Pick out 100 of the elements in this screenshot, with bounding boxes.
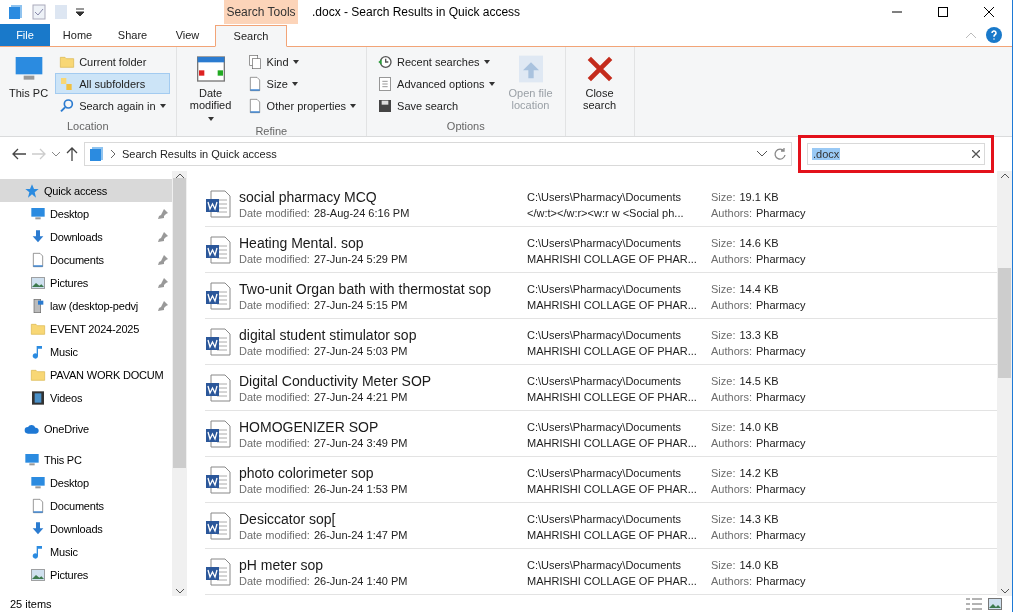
content-snippet: MAHRISHI COLLAGE OF PHAR...	[527, 528, 697, 541]
nav-item[interactable]: Downloads	[0, 517, 172, 540]
nav-item[interactable]: Desktop	[0, 471, 172, 494]
pin-icon	[158, 300, 168, 311]
nav-item[interactable]: Pictures	[0, 563, 172, 586]
size-value: 13.3 KB	[739, 328, 779, 341]
field-label: Size:	[711, 190, 736, 203]
ribbon-button[interactable]: Current folder	[55, 51, 170, 72]
field-label: Date modified:	[239, 528, 310, 541]
recent-locations-button[interactable]	[52, 151, 60, 157]
clear-icon[interactable]	[972, 150, 980, 158]
ribbon-button[interactable]: Close search	[571, 51, 628, 120]
item-count: 25 items	[10, 598, 52, 610]
nav-item[interactable]: PAVAN WORK DOCUM	[0, 363, 172, 386]
ribbon-button[interactable]: Date modified	[182, 51, 239, 125]
nav-item[interactable]: Pictures	[0, 271, 172, 294]
search-field[interactable]: .docx	[807, 143, 985, 165]
chevron-up-icon[interactable]	[1000, 173, 1009, 178]
word-document-icon	[205, 189, 231, 218]
back-button[interactable]	[12, 148, 26, 160]
result-row[interactable]: pH meter sop Date modified: 26-Jun-24 1:40 PM C:\Users\Pharmacy\Documents MAHRISHI COLLAGE OF PHAR... Size: 14.0 KB Authors: Pharmacy	[205, 549, 997, 595]
caret-icon	[483, 59, 490, 64]
details-view-icon[interactable]	[966, 598, 982, 610]
large-icons-view-icon[interactable]	[988, 598, 1002, 610]
nav-item[interactable]: Desktop	[0, 202, 172, 225]
document-icon	[30, 497, 46, 514]
date-value: 26-Jun-24 1:40 PM	[313, 574, 408, 587]
field-label: Size:	[711, 558, 736, 571]
nav-item[interactable]: Documents	[0, 248, 172, 271]
picture-icon	[30, 566, 46, 583]
nav-item[interactable]: Videos	[0, 386, 172, 409]
result-row[interactable]: Desiccator sop[ Date modified: 26-Jun-24 1:47 PM C:\Users\Pharmacy\Documents MAHRISHI COLLAGE OF PHAR... Size: 14.3 KB Authors: Pharmacy	[205, 503, 997, 549]
chevron-down-icon[interactable]	[757, 151, 767, 157]
group-label: Options	[445, 120, 486, 134]
ribbon-button[interactable]: All subfolders	[55, 73, 170, 94]
result-row[interactable]: photo colorimeter sop Date modified: 26-Jun-24 1:53 PM C:\Users\Pharmacy\Documents MAHRISHI COLLAGE OF PHAR... Size: 14.2 KB Authors: Pharmacy	[205, 457, 997, 503]
scrollbar-thumb[interactable]	[173, 178, 186, 468]
result-row[interactable]: Digital Conductivity Meter SOP Date modified: 27-Jun-24 4:21 PM C:\Users\Pharmacy\Documents MAHRISHI COLLEGE OF PHAR... Size: 14.5 KB Authors: Pharmacy	[205, 365, 997, 411]
ribbon-button[interactable]: Size	[242, 73, 361, 94]
film-icon	[30, 389, 46, 406]
author-value: Pharmacy	[755, 390, 806, 403]
maximize-icon	[938, 7, 948, 17]
ribbon-button[interactable]: Other properties	[242, 95, 361, 116]
close-icon	[984, 7, 994, 17]
desktop-icon	[30, 205, 46, 222]
field-label: Authors:	[711, 436, 752, 449]
nav-item[interactable]: law (desktop-pedvj	[0, 294, 172, 317]
contextual-tab-header: Search Tools	[224, 0, 298, 24]
ribbon-button[interactable]: Kind	[242, 51, 361, 72]
content-snippet: MAHRISHI COLLAGE OF PHAR...	[527, 482, 697, 495]
nav-item[interactable]: Music	[0, 540, 172, 563]
nav-item[interactable]: EVENT 2024-2025	[0, 317, 172, 340]
nav-item[interactable]: OneDrive	[0, 417, 172, 440]
address-bar[interactable]: Search Results in Quick access	[84, 142, 792, 166]
nav-item[interactable]: Music	[0, 340, 172, 363]
result-row[interactable]: HOMOGENIZER SOP Date modified: 27-Jun-24 3:49 PM C:\Users\Pharmacy\Documents MAHRISHI COLLAGE OF PHAR... Size: 14.0 KB Authors: Pharmacy	[205, 411, 997, 457]
scrollbar[interactable]	[172, 171, 187, 596]
field-label: Size:	[711, 328, 736, 341]
scrollbar[interactable]	[997, 171, 1012, 596]
size-value: 14.4 KB	[739, 282, 779, 295]
field-label: Date modified:	[239, 574, 310, 587]
ribbon-button[interactable]: Advanced options	[373, 73, 499, 94]
ribbon-button[interactable]: This PC	[6, 51, 52, 120]
help-icon[interactable]	[986, 27, 1002, 43]
pin-icon	[158, 277, 168, 288]
content-snippet: MAHRISHI COLLAGE OF PHAR...	[527, 436, 697, 449]
word-document-icon	[205, 281, 231, 310]
refresh-icon[interactable]	[773, 147, 787, 161]
author-value: Pharmacy	[755, 436, 806, 449]
word-document-icon	[205, 373, 231, 402]
ribbon-tab[interactable]: Search	[215, 25, 287, 47]
field-label: Authors:	[711, 390, 752, 403]
nav-item[interactable]: This PC	[0, 448, 172, 471]
documents-icon	[246, 53, 263, 70]
scrollbar-thumb[interactable]	[998, 268, 1011, 378]
field-label: Authors:	[711, 482, 752, 495]
result-row[interactable]: Two-unit Organ bath with thermostat sop Date modified: 27-Jun-24 5:15 PM C:\Users\Pharmacy\Documents MAHRISHI COLLAGE OF PHAR... Size: 14.4 KB Authors: Pharmacy	[205, 273, 997, 319]
result-row[interactable]: digital student stimulator sop Date modified: 27-Jun-24 5:03 PM C:\Users\Pharmacy\Documents MAHRISHI COLLAGE OF PHAR... Size: 13.3 KB Authors: Pharmacy	[205, 319, 997, 365]
nav-item[interactable]: Downloads	[0, 225, 172, 248]
group-label: Refine	[254, 125, 289, 137]
chevron-down-icon[interactable]	[175, 589, 184, 594]
nav-item[interactable]: Quick access	[0, 179, 172, 202]
file-tab[interactable]: File	[0, 24, 50, 46]
content-snippet: MAHRISHI COLLAGE OF PHAR...	[527, 252, 697, 265]
field-label: Size:	[711, 282, 736, 295]
properties-icon	[32, 4, 46, 20]
size-value: 14.5 KB	[739, 374, 779, 387]
result-row[interactable]: Heating Mental. sop Date modified: 27-Jun-24 5:29 PM C:\Users\Pharmacy\Documents MAHRISHI COLLAGE OF PHAR... Size: 14.6 KB Authors: Pharmacy	[205, 227, 997, 273]
ribbon-button[interactable]: Recent searches	[373, 51, 499, 72]
up-button[interactable]	[66, 147, 78, 161]
chevron-down-icon[interactable]	[1000, 589, 1009, 594]
nav-item[interactable]: Documents	[0, 494, 172, 517]
result-row[interactable]: social pharmacy MCQ Date modified: 28-Aug-24 6:16 PM C:\Users\Pharmacy\Documents </w:t></w:r><w:r w <Social ph... Size: 19.1 KB Authors: Pharmacy	[205, 181, 997, 227]
folder-path: C:\Users\Pharmacy\Documents	[527, 236, 682, 249]
ribbon-button[interactable]: Save search	[373, 95, 499, 116]
caret-icon	[207, 117, 214, 121]
group-label: Location	[66, 120, 110, 134]
field-label: Authors:	[711, 252, 752, 265]
customize-caret-icon	[76, 8, 84, 16]
ribbon-button[interactable]: Search again in	[55, 95, 170, 116]
